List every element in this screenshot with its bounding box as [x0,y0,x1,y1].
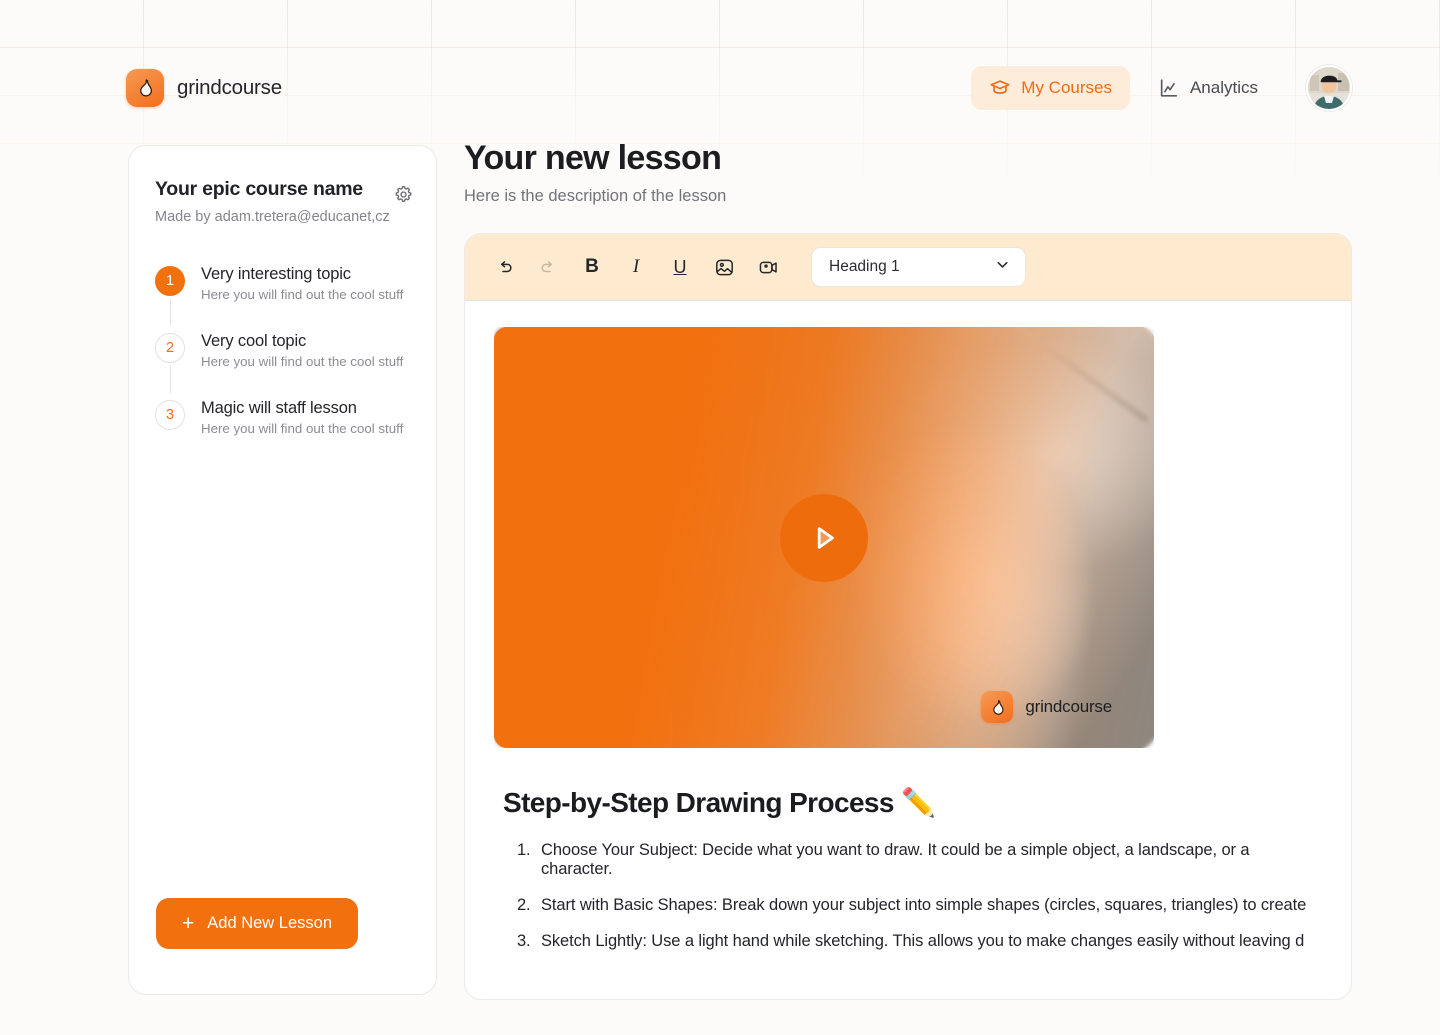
lesson-number-badge: 3 [155,400,185,430]
course-author: Made by adam.tretera@educanet,cz [155,209,390,225]
add-new-lesson-label: Add New Lesson [207,914,333,932]
course-sidebar: Your epic course name Made by adam.trete… [128,145,437,995]
content-ordered-list: Choose Your Subject: Decide what you wan… [535,841,1323,951]
nav-item-label: Analytics [1189,78,1258,97]
chart-line-icon [1158,77,1180,99]
lesson-subtitle: Here you will find out the cool stuff [201,421,404,436]
gear-icon[interactable] [388,179,418,209]
flame-icon [981,691,1014,723]
avatar[interactable] [1306,65,1352,111]
graduation-cap-icon [989,77,1011,99]
bold-button[interactable]: B [579,254,605,280]
lesson-editor-card: B I U Heading 1 grindcourse Step-by-Step… [464,233,1352,1000]
timeline-connector [169,366,171,393]
lesson-list: 1 Very interesting topic Here you will f… [155,265,410,436]
redo-arrow-icon[interactable] [535,254,561,280]
app-header: grindcourse My Courses Analytics [0,60,1440,116]
nav-item-my-courses[interactable]: My Courses [971,66,1130,110]
image-icon[interactable] [711,254,737,280]
editor-toolbar: B I U Heading 1 [465,234,1351,301]
list-item: Start with Basic Shapes: Break down your… [535,896,1323,915]
lesson-subtitle: Here you will find out the cool stuff [201,287,404,302]
lesson-main: Your new lesson Here is the description … [464,139,1352,1000]
lesson-title: Very interesting topic [201,265,351,283]
heading-style-select[interactable]: Heading 1 [811,247,1026,287]
header-nav: My Courses Analytics [971,65,1352,111]
list-item[interactable]: 1 Very interesting topic Here you will f… [155,265,410,332]
list-item[interactable]: 2 Very cool topic Here you will find out… [155,332,410,399]
underline-button[interactable]: U [667,254,693,280]
chevron-down-icon [994,256,1011,278]
plus-icon: + [182,912,195,935]
page-title: Your new lesson [464,139,722,177]
italic-button[interactable]: I [623,254,649,280]
list-item[interactable]: 3 Magic will staff lesson Here you will … [155,399,410,436]
heading-style-value: Heading 1 [829,258,900,275]
video-camera-icon[interactable] [755,254,781,280]
lesson-subtitle: Here you will find out the cool stuff [201,354,404,369]
lesson-number-badge: 1 [155,266,185,296]
list-item: Sketch Lightly: Use a light hand while s… [535,932,1323,951]
flame-icon [126,69,164,107]
brand-name: grindcourse [177,76,282,99]
course-header: Your epic course name Made by adam.trete… [155,178,411,225]
lesson-document-body: grindcourse Step-by-Step Drawing Process… [465,301,1351,951]
list-item: Choose Your Subject: Decide what you wan… [535,841,1323,879]
page-subtitle: Here is the description of the lesson [464,187,727,205]
play-icon[interactable] [780,493,868,582]
timeline-connector [169,299,171,326]
brand-logo[interactable]: grindcourse [126,69,282,107]
video-thumbnail[interactable]: grindcourse [494,327,1154,748]
nav-item-analytics[interactable]: Analytics [1140,66,1276,110]
undo-arrow-icon[interactable] [491,254,517,280]
add-new-lesson-button[interactable]: + Add New Lesson [156,898,359,949]
video-watermark-label: grindcourse [1025,697,1112,716]
video-watermark: grindcourse [981,691,1112,723]
course-title: Your epic course name [155,178,363,200]
lesson-title: Very cool topic [201,332,307,350]
lesson-title: Magic will staff lesson [201,399,357,417]
content-heading: Step-by-Step Drawing Process ✏️ [503,787,936,818]
lesson-number-badge: 2 [155,333,185,363]
nav-item-label: My Courses [1021,78,1112,97]
